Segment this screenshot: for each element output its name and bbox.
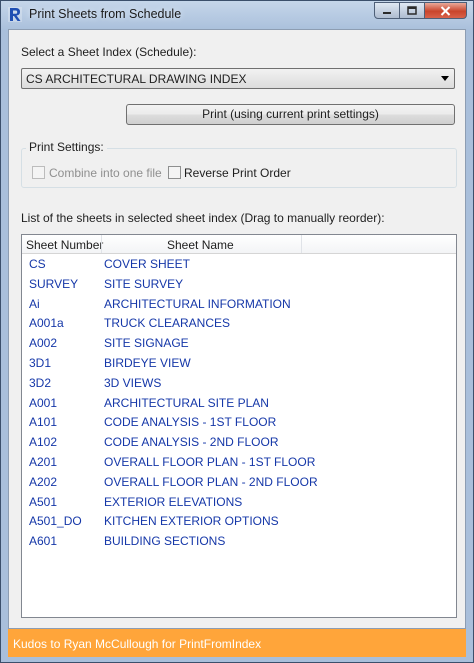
sheet-list[interactable]: Sheet Number Sheet Name CS COVER SHEET SUR… <box>21 234 457 618</box>
column-header-sheet-number[interactable]: Sheet Number <box>26 238 103 252</box>
maximize-icon <box>407 6 417 15</box>
footer-banner: Kudos to Ryan McCullough for PrintFromIn… <box>8 629 466 657</box>
list-item[interactable]: 3D1 BIRDEYE VIEW <box>22 353 456 373</box>
sheet-number-cell: A101 <box>29 415 58 430</box>
list-item[interactable]: A001a TRUCK CLEARANCES <box>22 313 456 333</box>
sheet-index-selected-value: CS ARCHITECTURAL DRAWING INDEX <box>26 72 247 86</box>
sheet-index-dropdown[interactable]: CS ARCHITECTURAL DRAWING INDEX <box>21 68 455 89</box>
sheet-name-cell: CODE ANALYSIS - 1ST FLOOR <box>104 415 277 430</box>
sheet-name-cell: TRUCK CLEARANCES <box>104 316 231 331</box>
print-settings-title: Print Settings: <box>26 140 107 154</box>
sheet-name-cell: CODE ANALYSIS - 2ND FLOOR <box>104 435 279 450</box>
sheet-number-cell: A202 <box>29 474 58 489</box>
list-header: Sheet Number Sheet Name <box>22 235 456 254</box>
list-item[interactable]: SURVEY SITE SURVEY <box>22 274 456 294</box>
caption-buttons <box>374 2 467 20</box>
print-sheets-window: Print Sheets from Schedule Select a Shee… <box>0 0 474 663</box>
list-item[interactable]: Ai ARCHITECTURAL INFORMATION <box>22 294 456 314</box>
sheet-number-cell: SURVEY <box>29 276 79 291</box>
sheet-number-cell: CS <box>29 257 46 271</box>
sheet-name-cell: 3D VIEWS <box>104 375 162 390</box>
sheet-name-cell: KITCHEN EXTERIOR OPTIONS <box>104 514 279 529</box>
list-item[interactable]: A002 SITE SIGNAGE <box>22 333 456 353</box>
close-button[interactable] <box>424 2 467 19</box>
title-bar[interactable]: Print Sheets from Schedule <box>1 1 473 29</box>
list-item[interactable]: CS COVER SHEET <box>22 254 456 274</box>
sheet-number-cell: A201 <box>29 455 58 469</box>
sheet-number-cell: Ai <box>29 296 40 311</box>
revit-logo-icon <box>8 7 22 22</box>
sheet-name-cell: BUILDING SECTIONS <box>104 534 226 549</box>
sheet-number-cell: A102 <box>29 435 58 450</box>
sheet-name-cell: OVERALL FLOOR PLAN - 1ST FLOOR <box>104 455 316 469</box>
sheet-name-cell: BIRDEYE VIEW <box>104 356 191 370</box>
column-divider[interactable] <box>301 235 302 253</box>
combine-checkbox-label: Combine into one file <box>49 166 162 180</box>
sheet-number-cell: A001 <box>29 395 58 410</box>
sheet-name-cell: COVER SHEET <box>104 257 191 271</box>
reverse-order-checkbox[interactable] <box>168 166 181 179</box>
column-divider[interactable] <box>101 235 102 253</box>
list-item[interactable]: A201 OVERALL FLOOR PLAN - 1ST FLOOR <box>22 452 456 472</box>
sheet-name-cell: EXTERIOR ELEVATIONS <box>104 494 243 509</box>
list-item[interactable]: A501 EXTERIOR ELEVATIONS <box>22 492 456 512</box>
column-header-sheet-name[interactable]: Sheet Name <box>167 238 234 252</box>
footer-credit-text: Kudos to Ryan McCullough for PrintFromIn… <box>13 637 262 651</box>
sheet-number-cell: A001a <box>29 316 64 331</box>
maximize-button[interactable] <box>399 2 425 19</box>
close-icon <box>440 5 451 16</box>
print-button[interactable]: Print (using current print settings) <box>126 104 455 125</box>
chevron-down-icon <box>441 76 449 81</box>
sheet-number-cell: A501 <box>29 494 58 509</box>
sheet-name-cell: SITE SIGNAGE <box>104 336 189 351</box>
sheet-list-label: List of the sheets in selected sheet ind… <box>21 211 385 225</box>
combine-checkbox[interactable] <box>32 166 45 179</box>
sheet-index-label: Select a Sheet Index (Schedule): <box>21 45 197 59</box>
sheet-number-cell: A601 <box>29 534 58 549</box>
reverse-order-checkbox-label: Reverse Print Order <box>184 166 291 180</box>
sheet-name-cell: OVERALL FLOOR PLAN - 2ND FLOOR <box>104 474 318 489</box>
sheet-number-cell: 3D1 <box>29 356 52 370</box>
minimize-icon <box>383 11 391 14</box>
sheet-number-cell: 3D2 <box>29 375 52 390</box>
sheet-number-cell: A501_DO <box>29 514 82 529</box>
window-title: Print Sheets from Schedule <box>29 7 182 21</box>
sheet-number-cell: A002 <box>29 336 58 351</box>
list-item[interactable]: A101 CODE ANALYSIS - 1ST FLOOR <box>22 412 456 432</box>
minimize-button[interactable] <box>374 2 400 19</box>
list-item[interactable]: A202 OVERALL FLOOR PLAN - 2ND FLOOR <box>22 472 456 492</box>
list-item[interactable]: A001 ARCHITECTURAL SITE PLAN <box>22 393 456 413</box>
sheet-name-cell: ARCHITECTURAL INFORMATION <box>104 296 291 311</box>
list-item[interactable]: A501_DO KITCHEN EXTERIOR OPTIONS <box>22 511 456 531</box>
list-item[interactable]: 3D2 3D VIEWS <box>22 373 456 393</box>
list-item[interactable]: A102 CODE ANALYSIS - 2ND FLOOR <box>22 432 456 452</box>
sheet-name-cell: ARCHITECTURAL SITE PLAN <box>104 395 269 410</box>
dialog-client-area: Select a Sheet Index (Schedule): CS ARCH… <box>8 29 466 629</box>
list-item[interactable]: A601 BUILDING SECTIONS <box>22 531 456 551</box>
sheet-name-cell: SITE SURVEY <box>104 276 184 291</box>
